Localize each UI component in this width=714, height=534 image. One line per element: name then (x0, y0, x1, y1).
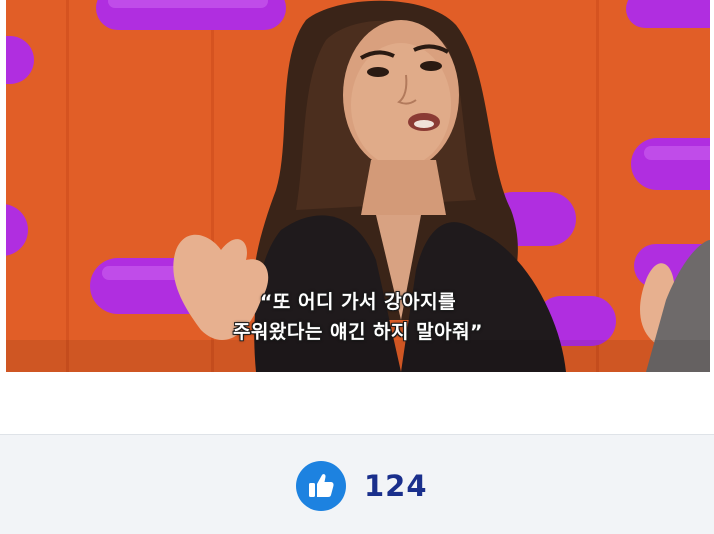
subtitle-line-2: 주워왔다는 얘긴 하지 말아줘” (232, 321, 484, 343)
thumbs-up-icon[interactable] (296, 461, 346, 511)
post-card: “또 어디 가서 강아지를 주워왔다는 얘긴 하지 말아줘” 124 (0, 0, 714, 534)
like-count: 124 (364, 469, 428, 503)
like-button[interactable]: 124 (296, 461, 428, 511)
subtitle-line-1: “또 어디 가서 강아지를 (259, 291, 457, 313)
post-image: “또 어디 가서 강아지를 주워왔다는 얘긴 하지 말아줘” (6, 0, 710, 372)
reaction-bar: 124 (0, 434, 714, 534)
